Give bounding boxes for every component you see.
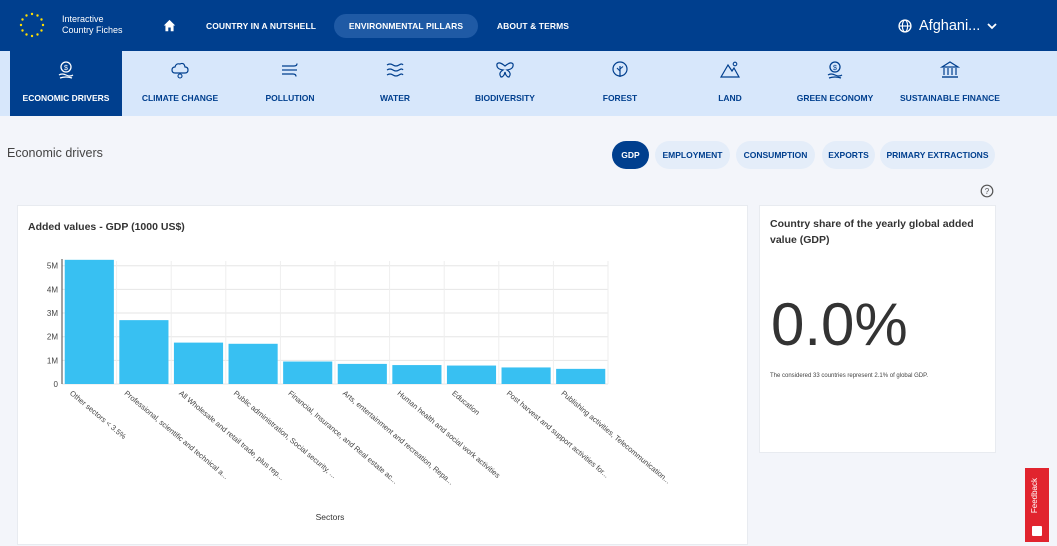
feedback-label: Feedback [1030,478,1039,514]
bar [119,320,169,384]
x-tick-label: Other sectors < 3.5% [68,389,128,442]
pillar-pollution[interactable]: POLLUTION [240,51,340,116]
share-note: The considered 33 countries represent 2.… [770,373,928,379]
x-tick-label: Post harvest and support activities for.… [505,389,611,480]
pillar-water[interactable]: WATER [345,51,445,116]
eu-flag-logo[interactable] [18,11,46,39]
section-title: Economic drivers [7,146,103,160]
pillars-subnav: $ ECONOMIC DRIVERS CLIMATE CHANGE POLLUT… [0,51,1057,116]
economy-icon: $ [58,61,74,79]
bar [283,361,333,384]
y-tick-label: 1M [47,356,58,365]
pillar-sustainable-finance[interactable]: SUSTAINABLE FINANCE [890,51,1010,116]
green-economy-icon: $ [827,61,843,79]
indicator-employment[interactable]: EMPLOYMENT [655,141,730,169]
help-icon[interactable]: ? [980,184,994,198]
nav-environmental-pillars[interactable]: ENVIRONMENTAL PILLARS [334,14,478,38]
bar [64,259,114,384]
x-tick-label: Education [450,389,481,417]
butterfly-icon [496,62,514,78]
mountain-icon [720,61,740,78]
x-axis-title: Sectors [316,512,345,522]
indicator-gdp[interactable]: GDP [612,141,649,169]
bar [228,343,278,384]
bar [556,368,606,384]
bar [446,365,497,384]
bar [392,365,442,384]
bar [337,363,387,384]
pillar-climate-change[interactable]: CLIMATE CHANGE [130,51,230,116]
pollution-icon [282,63,298,77]
pillar-green-economy[interactable]: $ GREEN ECONOMY [785,51,885,116]
x-tick-label: Publishing activities, Telecommunication… [559,389,672,486]
y-tick-label: 3M [47,309,58,318]
x-tick-label: Public administration, Social security, … [232,389,339,480]
bank-icon [940,61,960,78]
feedback-icon [1032,526,1042,536]
pillar-forest[interactable]: FOREST [570,51,670,116]
y-tick-label: 5M [47,262,58,271]
bar [501,367,551,384]
gdp-chart-card: Added values - GDP (1000 US$) 0 1M 2M 3M 4M 5… [17,205,748,545]
indicator-exports[interactable]: EXPORTS [822,141,875,169]
svg-text:?: ? [985,187,990,196]
share-card-title: Country share of the yearly global added… [770,218,974,246]
svg-text:$: $ [833,65,837,72]
x-tick-label: Human health and social work activities [396,389,503,480]
y-tick-label: 0 [54,380,59,389]
pillar-land[interactable]: LAND [680,51,780,116]
x-tick-label: Financial, Insurance, and Real estate ac… [286,389,399,486]
chevron-down-icon [987,23,997,30]
nav-country-in-a-nutshell[interactable]: COUNTRY IN A NUTSHELL [202,14,320,38]
pillar-economic-drivers[interactable]: $ ECONOMIC DRIVERS [10,51,122,116]
climate-icon [171,62,189,79]
tree-icon [612,61,628,77]
app-title[interactable]: Interactive Country Fiches [62,14,123,36]
x-tick-label: Arts, entertainment and recreation, Repa… [341,389,455,487]
globe-icon [898,19,912,33]
pillar-biodiversity[interactable]: BIODIVERSITY [455,51,555,116]
nav-about-terms[interactable]: ABOUT & TERMS [492,14,574,38]
x-tick-label: Professional, scientific and technical a… [123,389,231,481]
bar [173,342,224,384]
home-icon[interactable] [161,17,177,33]
gdp-bar-chart: 0 1M 2M 3M 4M 5M Other sectors < 3.5%Professio… [47,259,672,522]
indicator-consumption[interactable]: CONSUMPTION [736,141,815,169]
water-icon [386,63,404,77]
svg-text:$: $ [64,65,68,72]
country-name: Afghani... [919,18,981,34]
country-selector[interactable]: Afghani... [898,14,997,38]
y-tick-label: 4M [47,285,58,294]
indicator-primary-extractions[interactable]: PRIMARY EXTRACTIONS [880,141,995,169]
feedback-button[interactable]: Feedback [1025,468,1049,542]
y-tick-label: 2M [47,333,58,342]
share-value: 0.0% [771,291,908,358]
x-tick-label: All Wholesale and retail trade, plus rep… [177,389,286,482]
top-navbar: Interactive Country Fiches COUNTRY IN A … [0,0,1057,51]
